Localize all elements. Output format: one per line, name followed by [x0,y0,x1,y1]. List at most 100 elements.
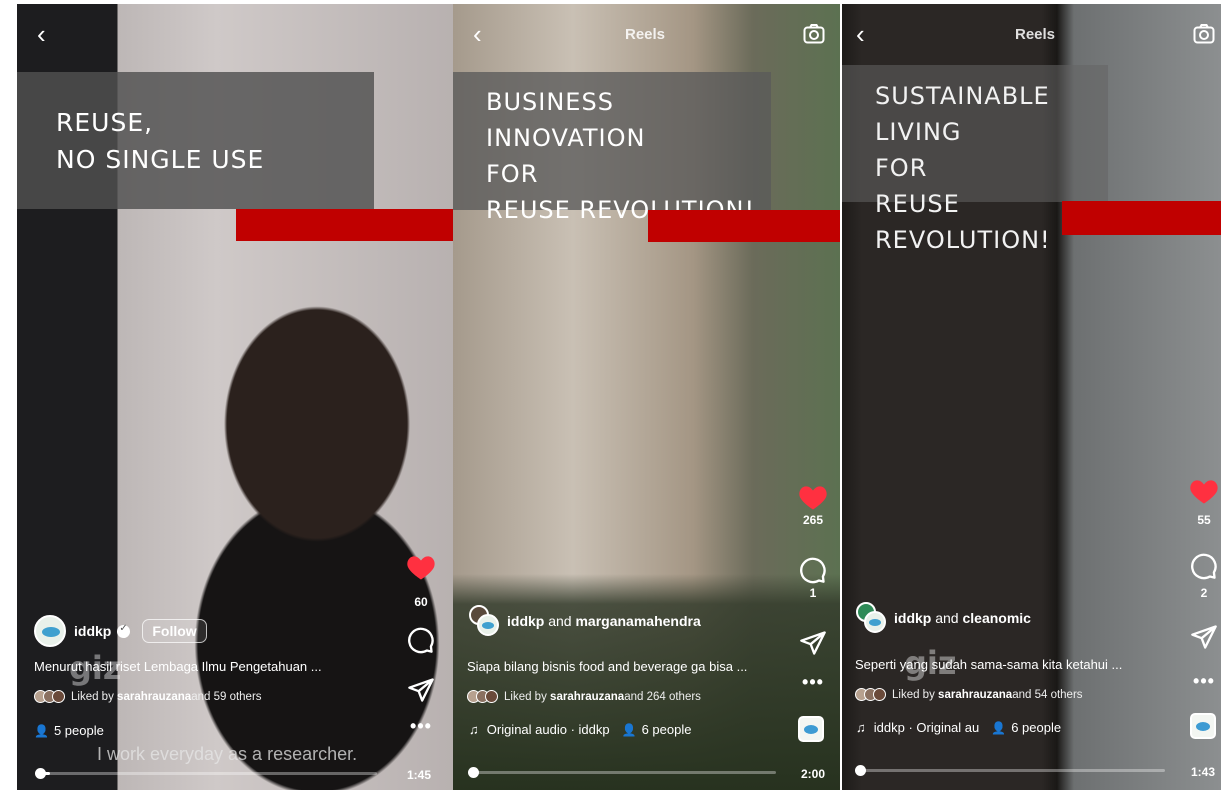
progress-handle[interactable] [35,768,46,779]
author-row: iddkp and cleanomic [856,602,1031,634]
people-count[interactable]: 6 people [642,722,692,737]
like-count: 60 [414,595,428,609]
send-icon [1191,625,1217,649]
comment-button[interactable]: 1 [793,556,833,600]
progress-bar[interactable] [468,767,776,778]
more-icon: ••• [410,716,432,736]
back-icon[interactable]: ‹ [473,21,482,47]
send-icon [800,631,826,655]
like-count: 265 [802,513,824,527]
liked-by-row[interactable]: Liked by sarahrauzana and 59 others [34,690,262,703]
progress-bar[interactable] [855,765,1165,776]
progress-bar[interactable] [35,768,377,779]
heart-icon [407,556,435,580]
liked-by-avatars [855,688,886,701]
camera-icon[interactable] [1192,22,1216,46]
and-label: and [544,613,576,629]
red-accent-bar [648,210,840,242]
video-subtitle: I work everyday as a researcher. [97,744,358,764]
liked-by-user: sarahrauzana [938,688,1013,701]
more-options-button[interactable]: ••• [401,716,441,737]
liked-by-suffix: and 54 others [1012,688,1083,701]
comment-icon [1191,553,1217,580]
video-title-overlay: BUSINESS INNOVATION FOR REUSE REVOLUTION… [453,72,771,224]
verified-badge-icon [117,623,131,638]
more-options-button[interactable]: ••• [793,672,833,693]
reel-panel-1[interactable]: REUSE, NO SINGLE USE ‹ giz I work everyd… [17,4,453,790]
person-icon: 👤 [34,723,49,738]
camera-icon[interactable] [802,22,826,46]
liked-by-suffix: and 264 others [624,690,701,703]
music-note-icon: ♫ [856,720,866,735]
caption[interactable]: Seperti yang sudah sama-sama kita ketahu… [855,657,1122,672]
progress-handle[interactable] [855,765,866,776]
send-icon [408,678,434,702]
audio-row: ♫ iddkp · Original au 👤 6 people [856,720,1061,735]
audio-label[interactable]: Original audio · iddkp [487,722,610,737]
caption[interactable]: Menurut hasil riset Lembaga Ilmu Pengeta… [34,659,322,674]
liked-by-user: sarahrauzana [550,690,625,703]
liked-by-suffix: and 59 others [191,690,262,703]
people-count[interactable]: 6 people [1011,720,1061,735]
share-button[interactable] [793,629,833,657]
comment-button[interactable] [401,626,441,654]
reel-panel-2[interactable]: BUSINESS INNOVATION FOR REUSE REVOLUTION… [453,4,840,790]
audio-thumbnail-button[interactable] [798,716,826,742]
collab-avatars[interactable] [856,602,888,634]
author-row: iddkp Follow [34,615,207,647]
like-count: 55 [1197,513,1211,527]
audio-thumbnail [1190,713,1216,739]
back-icon[interactable]: ‹ [37,21,46,47]
reel-panel-3[interactable]: SUSTAINABLE LIVING FOR REUSE REVOLUTION!… [842,4,1221,790]
red-accent-bar [236,209,453,241]
liked-by-prefix: Liked by [504,690,547,703]
video-title: REUSE, NO SINGLE USE [56,108,265,174]
person-icon: 👤 [991,720,1007,735]
more-options-button[interactable]: ••• [1184,671,1221,692]
liked-by-prefix: Liked by [71,690,114,703]
people-tag[interactable]: 👤 5 people [34,723,104,738]
header-title: Reels [625,26,666,43]
music-note-icon: ♫ [469,722,479,737]
audio-label[interactable]: iddkp · Original au [874,720,980,735]
people-count: 5 people [53,723,104,738]
like-button[interactable]: 60 [401,553,441,609]
red-accent-bar [1062,201,1221,235]
caption[interactable]: Siapa bilang bisnis food and beverage ga… [467,659,747,674]
more-icon: ••• [802,672,824,692]
and-label: and [931,610,963,626]
back-icon[interactable]: ‹ [856,21,865,47]
liked-by-row[interactable]: Liked by sarahrauzana and 54 others [855,688,1083,701]
share-button[interactable] [1184,623,1221,651]
like-button[interactable]: 55 [1184,477,1221,527]
author-username[interactable]: iddkp [74,623,111,639]
liked-by-row[interactable]: Liked by sarahrauzana and 264 others [467,690,701,703]
coauthor-username[interactable]: marganamahendra [575,613,700,629]
video-title-overlay: REUSE, NO SINGLE USE [17,72,374,209]
header-title: Reels [1015,26,1056,43]
video-title: BUSINESS INNOVATION FOR REUSE REVOLUTION… [486,88,754,224]
author-username[interactable]: iddkp [894,610,931,626]
follow-button[interactable]: Follow [142,619,207,643]
like-button[interactable]: 265 [793,483,833,527]
coauthor-username[interactable]: cleanomic [962,610,1030,626]
heart-icon [1190,480,1218,504]
video-title-overlay: SUSTAINABLE LIVING FOR REUSE REVOLUTION! [842,65,1108,254]
duration: 1:45 [407,768,432,782]
audio-row: ♫ Original audio · iddkp 👤 6 people [469,722,691,737]
progress-handle[interactable] [468,767,479,778]
share-button[interactable] [401,676,441,704]
avatar[interactable] [34,615,66,647]
comment-count: 2 [1200,586,1208,600]
author-row: iddkp and marganamahendra [469,605,701,637]
author-username[interactable]: iddkp [507,613,544,629]
collab-avatars[interactable] [469,605,501,637]
liked-by-avatars [34,690,65,703]
comment-button[interactable]: 2 [1184,552,1221,600]
liked-by-prefix: Liked by [892,688,935,701]
duration: 1:43 [1191,765,1216,779]
comment-count: 1 [809,586,817,600]
more-icon: ••• [1193,671,1215,691]
audio-thumbnail [798,716,824,742]
audio-thumbnail-button[interactable] [1190,713,1218,739]
